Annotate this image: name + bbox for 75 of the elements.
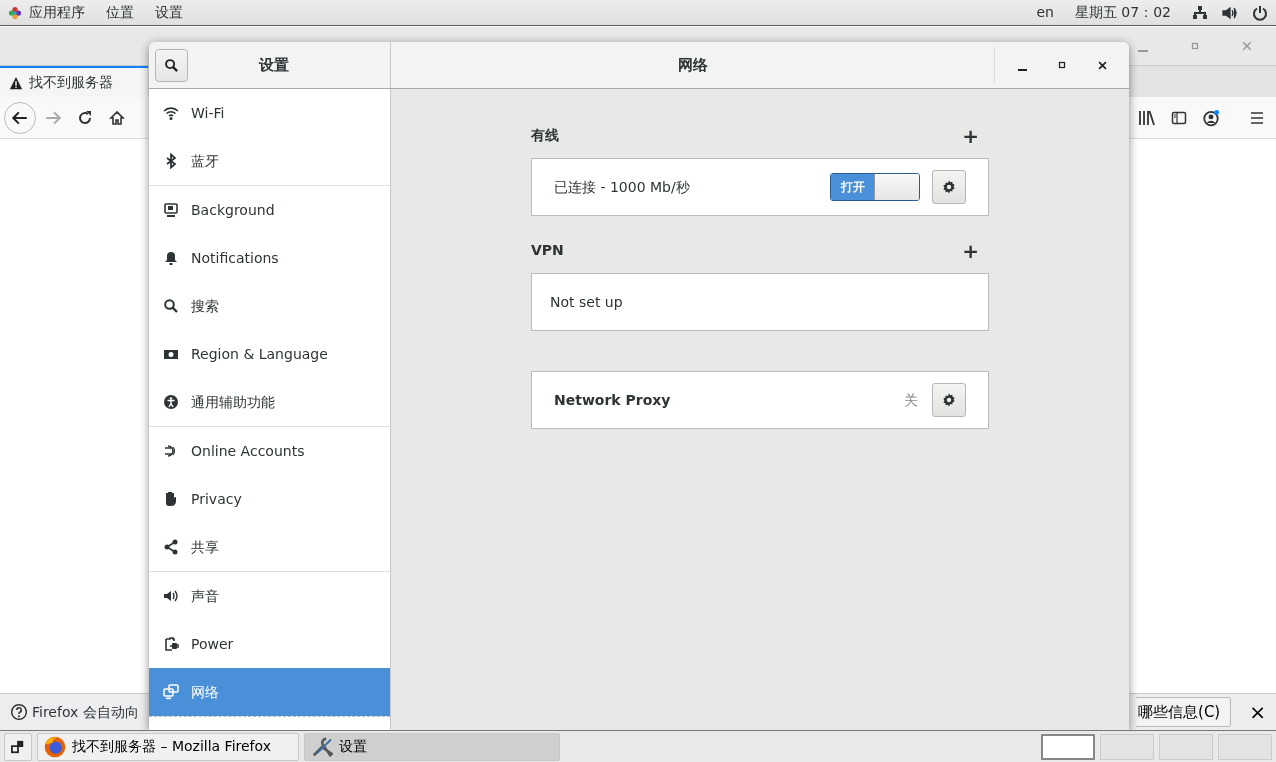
search-icon (163, 298, 179, 314)
minimize-icon (1138, 50, 1148, 52)
volume-icon[interactable] (1222, 4, 1238, 21)
search-button[interactable] (155, 48, 188, 82)
sidebar-item[interactable]: Background (149, 186, 390, 234)
account-icon (1202, 108, 1220, 127)
flower-icon (8, 5, 22, 20)
sidebar-item[interactable]: 蓝牙 (149, 137, 390, 185)
accessibility-icon (163, 394, 179, 410)
windows-icon (11, 739, 25, 754)
add-button[interactable]: + (962, 125, 989, 146)
close-button[interactable]: × (1243, 697, 1272, 727)
notification-button[interactable]: 哪些信息(C) (1136, 696, 1232, 728)
computers-icon (163, 684, 179, 700)
panel-title: 网络 (677, 55, 708, 74)
close-icon (1241, 40, 1253, 52)
browser-tab[interactable]: 找不到服务器 (0, 66, 148, 97)
taskbar-button[interactable]: 找不到服务器 – Mozilla Firefox (37, 732, 299, 761)
sidebar-item[interactable]: 共享 (149, 523, 390, 571)
sidebar-item[interactable]: Power (149, 620, 390, 668)
bell-icon (163, 250, 179, 266)
clock[interactable]: 星期五 07：02 (1074, 2, 1171, 23)
add-button[interactable]: + (962, 240, 989, 261)
menu-item[interactable]: 设置 (155, 2, 183, 23)
gear-icon (941, 392, 957, 408)
menu-item[interactable]: 应用程序 (29, 2, 85, 23)
connection-status: 已连接 - 1000 Mb/秒 (554, 177, 691, 197)
workspace-thumbnail[interactable] (1159, 733, 1213, 760)
maximize-icon (1190, 41, 1200, 51)
gear-icon (941, 179, 957, 195)
sidebar-item[interactable]: Privacy (149, 475, 390, 523)
settings-button[interactable] (932, 170, 966, 204)
proxy-label: Network Proxy (554, 390, 672, 410)
window-title: 设置 (259, 55, 289, 74)
reload-icon (77, 109, 93, 126)
hand-icon (163, 491, 179, 507)
monitor-icon (163, 202, 179, 218)
firefox-icon (44, 735, 66, 758)
language-indicator[interactable]: en (1036, 2, 1054, 23)
library-icon (1139, 109, 1155, 126)
workspace-thumbnail[interactable] (1041, 733, 1095, 760)
network-icon[interactable] (1192, 4, 1208, 21)
power-icon[interactable] (1252, 4, 1268, 21)
workspace-thumbnail[interactable] (1100, 733, 1154, 760)
sidebar-icon (1171, 109, 1187, 126)
section-heading: 有线 (531, 126, 559, 145)
settings-button[interactable] (932, 383, 966, 417)
notification-text: Firefox 会自动向 (32, 702, 139, 722)
close-icon (1096, 59, 1108, 71)
wifi-icon (163, 105, 179, 121)
menu-item[interactable]: 位置 (106, 2, 134, 23)
speaker-icon (163, 588, 179, 604)
help-icon (10, 703, 28, 721)
minimize-icon (1017, 69, 1027, 71)
battery-plug-icon (163, 636, 179, 652)
sidebar-item[interactable]: 声音 (149, 572, 390, 620)
home-icon (109, 109, 125, 126)
sidebar-item[interactable]: Region & Language (149, 330, 390, 378)
empty-message: Not set up (550, 292, 624, 312)
sidebar-item[interactable]: 通用辅助功能 (149, 378, 390, 426)
sidebar-item[interactable]: 搜索 (149, 282, 390, 330)
share-icon (163, 539, 179, 555)
proxy-status: 关 (904, 390, 918, 410)
workspace-thumbnail[interactable] (1218, 733, 1272, 760)
section-heading: VPN (531, 241, 564, 260)
sidebar-item[interactable]: Notifications (149, 234, 390, 282)
search-icon (164, 57, 179, 73)
show-desktop-button[interactable] (4, 732, 32, 761)
maximize-icon (1057, 60, 1067, 70)
sidebar-item[interactable]: Online Accounts (149, 427, 390, 475)
tools-icon (311, 735, 333, 758)
sidebar-item[interactable]: Wi-Fi (149, 89, 390, 137)
taskbar-button[interactable]: 设置 (304, 732, 560, 761)
warning-icon (9, 75, 23, 90)
menu-icon (1249, 109, 1265, 126)
